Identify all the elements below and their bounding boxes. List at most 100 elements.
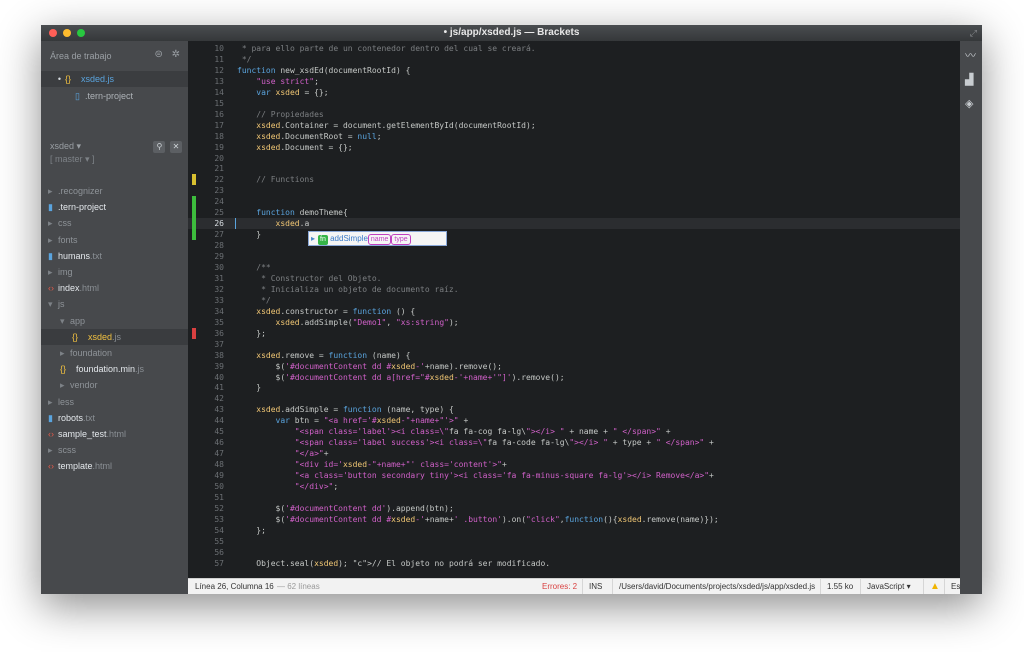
tree-item[interactable]: ▾ app <box>41 313 188 329</box>
insert-mode[interactable]: INS <box>582 579 602 594</box>
line-number: 47 <box>214 449 224 459</box>
gear-icon[interactable]: ✲ <box>172 49 180 60</box>
code-line: 53 $('#documentContent dd #xsded-'+name+… <box>188 514 960 525</box>
tree-item-extension: .html <box>92 461 113 472</box>
line-number: 25 <box>214 208 224 218</box>
code-line: 15 <box>188 98 960 109</box>
error-count[interactable]: Errores: 2 <box>542 579 577 594</box>
tree-item[interactable]: ▮ robots.txt <box>41 410 188 426</box>
language-selector[interactable]: JavaScript ▾ <box>860 579 911 594</box>
code-text: xsded.addSimple("Demo1", "xs:string"); <box>275 317 459 327</box>
hint-arrow-icon: ▸ <box>311 234 316 243</box>
tree-item-extension: .html <box>106 429 127 439</box>
tree-item-name: template <box>58 461 93 472</box>
code-line: 18 xsded.DocumentRoot = null; <box>188 131 960 142</box>
tree-item[interactable]: ▸ less <box>41 394 188 410</box>
brackets-window: • js/app/xsded.js — Brackets ⤢ Área de t… <box>41 25 982 594</box>
tree-item[interactable]: ▸ vendor <box>41 377 188 393</box>
code-editor[interactable]: 10 * para ello parte de un contenedor de… <box>188 41 960 578</box>
project-name[interactable]: xsded ▾ <box>50 141 81 152</box>
tree-item[interactable]: {} xsded.js <box>41 328 188 345</box>
js-file-icon: {} <box>72 331 79 342</box>
code-text: var btn = "<a href='#xsded-"+name+"'>" + <box>275 416 469 426</box>
line-number: 52 <box>214 503 224 513</box>
tree-item[interactable]: ‹› template.html <box>41 458 188 474</box>
hint-param: name <box>367 234 392 245</box>
tree-item[interactable]: ▾ js <box>41 296 188 312</box>
working-file-item[interactable]: • {} xsded.js <box>41 71 188 87</box>
fullscreen-icon[interactable]: ⤢ <box>970 28 977 39</box>
html-file-icon: ‹› <box>48 461 54 472</box>
js-file-icon: {} <box>60 364 67 375</box>
code-text: xsded.Document = {}; <box>256 142 353 152</box>
file-icon: ▮ <box>48 412 53 423</box>
code-line: 48 "<div id='xsded-"+name+"' class='cont… <box>188 459 960 470</box>
extension-manager-icon[interactable]: ▟ <box>965 73 973 86</box>
code-text: xsded.constructor = function () { <box>256 306 416 316</box>
tree-item[interactable]: {} foundation.min.js <box>41 361 188 377</box>
code-line: 33 */ <box>188 295 960 306</box>
tree-item[interactable]: ▸ img <box>41 264 188 280</box>
tree-item-name: foundation.min <box>76 364 136 375</box>
code-line: 21 <box>188 163 960 174</box>
git-icon[interactable]: ◈ <box>965 97 973 110</box>
code-text: "use strict"; <box>256 76 319 86</box>
line-number: 54 <box>214 525 224 535</box>
code-line: 27 } <box>188 229 960 241</box>
code-line: 47 "</a>"+ <box>188 448 960 459</box>
line-number: 31 <box>214 273 224 283</box>
split-view-icon[interactable]: ⊜ <box>154 49 162 60</box>
line-number: 30 <box>214 263 224 272</box>
code-text: */ <box>237 295 271 305</box>
code-text: $('#documentContent dd').append(btn); <box>237 503 454 513</box>
code-text: }; <box>237 525 266 535</box>
tree-item-name: less <box>58 396 75 407</box>
folder-arrow-icon: ▸ <box>60 380 65 391</box>
git-branch[interactable]: [ master ▾ ] <box>50 154 95 165</box>
tree-item-extension: .txt <box>90 250 103 261</box>
close-icon[interactable]: ✕ <box>170 141 182 153</box>
search-icon[interactable]: ⚲ <box>153 141 166 153</box>
folder-arrow-icon: ▸ <box>48 267 53 277</box>
tree-item[interactable]: ▸ foundation <box>41 345 188 361</box>
project-actions: ⚲ ✕ <box>151 141 182 153</box>
code-line: 45 "<span class='label'><i class=\"fa fa… <box>188 426 960 437</box>
active-line-indicator <box>235 218 236 230</box>
tree-item[interactable]: ▮ .tern-project <box>41 199 188 215</box>
tree-item[interactable]: ▸ scss <box>41 442 188 458</box>
warning-icon[interactable]: ▲ <box>923 579 942 594</box>
code-line: 23 <box>188 185 960 196</box>
code-text: } <box>237 383 262 393</box>
line-count: — 62 líneas <box>277 582 320 591</box>
line-number: 43 <box>214 405 224 415</box>
tree-item-name: robots <box>58 412 84 423</box>
code-text: $('#documentContent dd a[href="#xsded-'+… <box>237 372 565 382</box>
line-number: 33 <box>214 295 224 305</box>
code-line: 34 xsded.constructor = function () { <box>188 306 960 317</box>
code-text: // Propiedades <box>237 109 324 119</box>
hint-param: type <box>391 234 411 245</box>
code-line: 29 <box>188 251 960 262</box>
tree-item[interactable]: ▸ .recognizer <box>41 183 188 199</box>
tree-item-name: css <box>58 218 72 229</box>
code-hint-popup[interactable]: ▸ fn addSimple name type <box>308 231 447 246</box>
code-line: 38 xsded.remove = function (name) { <box>188 350 960 361</box>
code-line: 16 // Propiedades <box>188 109 960 120</box>
working-file-item[interactable]: ▯ .tern-project <box>41 88 188 104</box>
line-number: 55 <box>214 536 224 546</box>
tree-item[interactable]: ‹› sample_test.html <box>41 426 188 442</box>
title-bar: • js/app/xsded.js — Brackets ⤢ <box>41 25 982 41</box>
tree-item[interactable]: ▮ humans.txt <box>41 248 188 264</box>
tree-item[interactable]: ▸ css <box>41 215 188 231</box>
code-line: 44 var btn = "<a href='#xsded-"+name+"'>… <box>188 415 960 426</box>
live-preview-icon[interactable]: 〰 <box>965 47 976 63</box>
folder-open-arrow-icon: ▾ <box>48 299 53 310</box>
tree-item[interactable]: ▸ fonts <box>41 232 188 248</box>
line-number: 38 <box>214 350 224 360</box>
tree-item[interactable]: ‹› index.html <box>41 280 188 296</box>
tree-item-name: index <box>58 283 80 294</box>
working-files-actions: ⊜ ✲ <box>148 49 180 60</box>
right-toolbar: 〰 ▟ ◈ <box>960 41 982 594</box>
line-number: 27 <box>214 230 224 240</box>
window-title: • js/app/xsded.js — Brackets <box>443 27 580 38</box>
